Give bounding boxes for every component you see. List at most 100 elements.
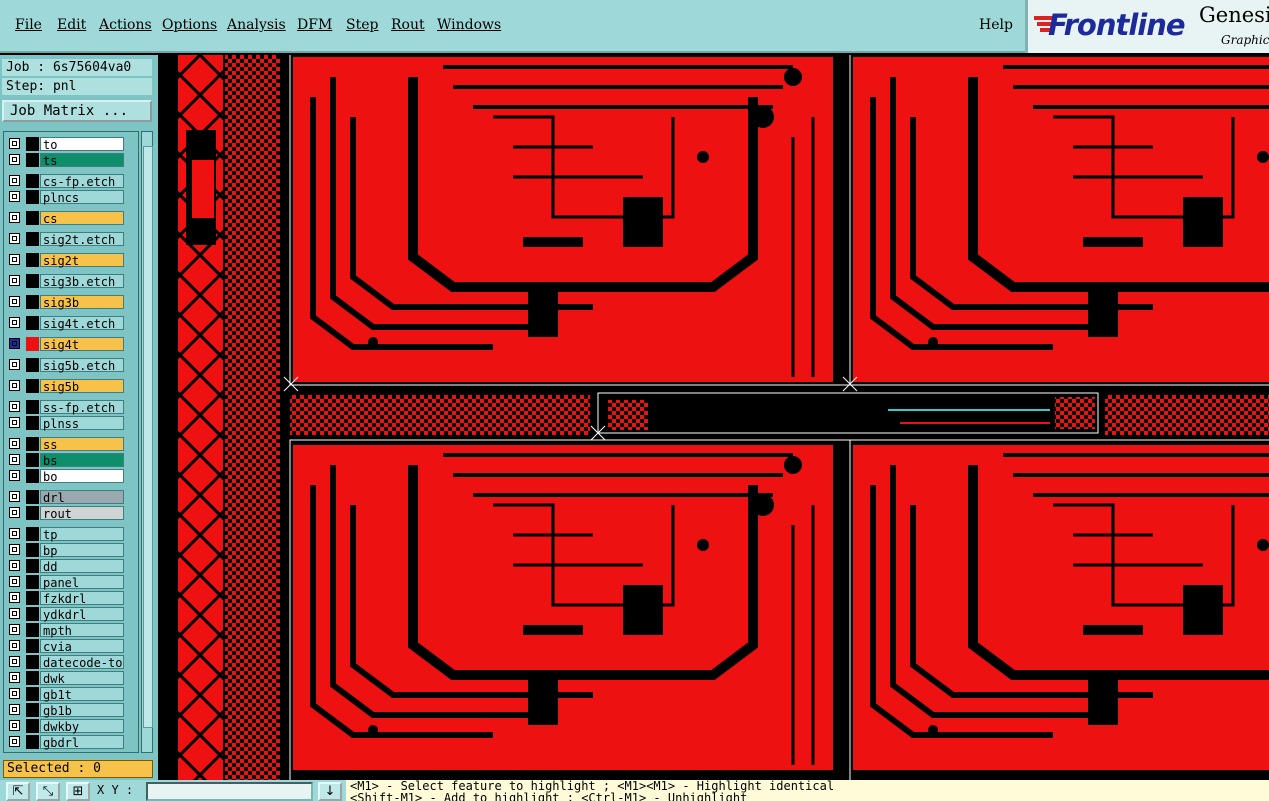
layer-name[interactable]: sig4t.etch: [40, 316, 124, 331]
layer-row[interactable]: sig5b: [4, 378, 138, 394]
layer-color-chip[interactable]: [26, 735, 39, 749]
layer-checkbox[interactable]: [9, 608, 20, 619]
layer-checkbox[interactable]: [9, 417, 20, 428]
layer-row[interactable]: bp: [4, 542, 138, 558]
layer-name[interactable]: drl: [40, 490, 124, 505]
layer-checkbox[interactable]: [9, 212, 20, 223]
layer-color-chip[interactable]: [26, 453, 39, 467]
menu-dfm[interactable]: DFM: [297, 17, 332, 33]
layer-color-chip[interactable]: [26, 358, 39, 372]
layer-name[interactable]: bo: [40, 469, 124, 484]
layer-color-chip[interactable]: [26, 591, 39, 605]
layer-checkbox[interactable]: [9, 720, 20, 731]
layer-checkbox[interactable]: [9, 470, 20, 481]
layer-row[interactable]: gb1t: [4, 686, 138, 702]
layer-name[interactable]: dwkby: [40, 719, 124, 734]
layer-color-chip[interactable]: [26, 274, 39, 288]
layer-name[interactable]: tp: [40, 527, 124, 542]
layer-color-chip[interactable]: [26, 211, 39, 225]
layer-checkbox[interactable]: [9, 401, 20, 412]
layer-checkbox[interactable]: [9, 576, 20, 587]
layer-color-chip[interactable]: [26, 506, 39, 520]
zoom-home-icon[interactable]: ⇱: [6, 782, 30, 801]
layer-list-scrollbar[interactable]: [141, 131, 153, 753]
layer-row[interactable]: ss-fp.etch: [4, 399, 138, 415]
menu-options[interactable]: Options: [162, 17, 217, 33]
layer-checkbox[interactable]: [9, 528, 20, 539]
layer-checkbox[interactable]: [9, 275, 20, 286]
layer-color-chip[interactable]: [26, 687, 39, 701]
layer-name[interactable]: gb1t: [40, 687, 124, 702]
menu-edit[interactable]: Edit: [57, 17, 86, 33]
layer-checkbox[interactable]: [9, 175, 20, 186]
layer-name[interactable]: dd: [40, 559, 124, 574]
layer-name[interactable]: sig3b.etch: [40, 274, 124, 289]
layer-checkbox[interactable]: [9, 191, 20, 202]
layer-name[interactable]: sig3b: [40, 295, 124, 310]
layer-checkbox[interactable]: [9, 640, 20, 651]
layer-color-chip[interactable]: [26, 400, 39, 414]
layer-checkbox[interactable]: [9, 296, 20, 307]
layer-color-chip[interactable]: [26, 232, 39, 246]
menu-step[interactable]: Step: [346, 17, 378, 33]
layer-checkbox[interactable]: [9, 359, 20, 370]
layer-checkbox[interactable]: [9, 438, 20, 449]
layer-name[interactable]: rout: [40, 506, 124, 521]
graphics-canvas[interactable]: [160, 55, 1269, 780]
cursor-icon[interactable]: ↓: [318, 782, 342, 801]
layer-row[interactable]: plnss: [4, 415, 138, 431]
layer-color-chip[interactable]: [26, 316, 39, 330]
layer-row[interactable]: dwkby: [4, 718, 138, 734]
layer-color-chip[interactable]: [26, 490, 39, 504]
layer-row[interactable]: ss: [4, 436, 138, 452]
layer-name[interactable]: sig2t.etch: [40, 232, 124, 247]
layer-name[interactable]: cs-fp.etch: [40, 174, 124, 189]
layer-row[interactable]: dd: [4, 558, 138, 574]
layer-checkbox[interactable]: [9, 154, 20, 165]
layer-row[interactable]: sig2t: [4, 252, 138, 268]
layer-checkbox[interactable]: [9, 138, 20, 149]
layer-row[interactable]: ydkdrl: [4, 606, 138, 622]
layer-checkbox[interactable]: [9, 592, 20, 603]
layer-name[interactable]: sig2t: [40, 253, 124, 268]
layer-color-chip[interactable]: [26, 379, 39, 393]
layer-checkbox[interactable]: [9, 672, 20, 683]
layer-color-chip[interactable]: [26, 527, 39, 541]
layer-name[interactable]: bs: [40, 453, 124, 468]
layer-color-chip[interactable]: [26, 719, 39, 733]
layer-color-chip[interactable]: [26, 607, 39, 621]
layer-row[interactable]: cs: [4, 210, 138, 226]
layer-row[interactable]: fzkdrl: [4, 590, 138, 606]
layer-color-chip[interactable]: [26, 437, 39, 451]
menu-windows[interactable]: Windows: [437, 17, 501, 33]
layer-checkbox[interactable]: [9, 454, 20, 465]
job-matrix-button[interactable]: Job Matrix ...: [2, 100, 152, 122]
layer-row[interactable]: sig3b.etch: [4, 273, 138, 289]
layer-checkbox[interactable]: [9, 233, 20, 244]
layer-color-chip[interactable]: [26, 153, 39, 167]
layer-row[interactable]: drl: [4, 489, 138, 505]
layer-row[interactable]: datecode-to: [4, 654, 138, 670]
layer-color-chip[interactable]: [26, 703, 39, 717]
layer-color-chip[interactable]: [26, 253, 39, 267]
layer-row[interactable]: cs-fp.etch: [4, 173, 138, 189]
grid-icon[interactable]: ⊞: [66, 782, 90, 801]
layer-checkbox[interactable]: [9, 317, 20, 328]
layer-row[interactable]: rout: [4, 505, 138, 521]
scrollbar-thumb[interactable]: [143, 146, 153, 728]
layer-name[interactable]: ss: [40, 437, 124, 452]
layer-row[interactable]: sig5b.etch: [4, 357, 138, 373]
layer-checkbox[interactable]: [9, 736, 20, 747]
layer-name[interactable]: plncs: [40, 190, 124, 205]
layer-checkbox[interactable]: [9, 560, 20, 571]
layer-color-chip[interactable]: [26, 190, 39, 204]
layer-name[interactable]: cs: [40, 211, 124, 226]
layer-row[interactable]: tp: [4, 526, 138, 542]
layer-row[interactable]: sig2t.etch: [4, 231, 138, 247]
layer-color-chip[interactable]: [26, 543, 39, 557]
layer-color-chip[interactable]: [26, 295, 39, 309]
layer-color-chip[interactable]: [26, 137, 39, 151]
layer-row[interactable]: mpth: [4, 622, 138, 638]
layer-name[interactable]: sig5b.etch: [40, 358, 124, 373]
menu-help[interactable]: Help: [979, 17, 1013, 33]
